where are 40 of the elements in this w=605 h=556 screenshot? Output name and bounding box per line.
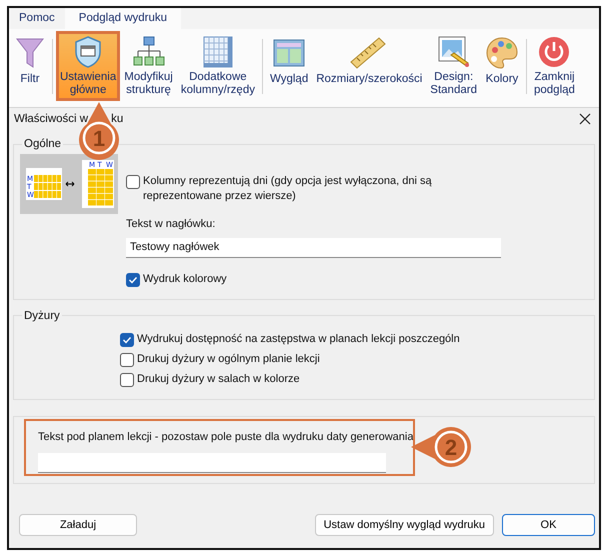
funnel-icon [15,36,45,70]
field-label: Tekst w nagłówku: [126,218,216,230]
checkbox-label: Wydruk kolorowy [143,272,227,287]
ribbon-button[interactable]: Rozmiary/szerokości [312,31,426,101]
ribbon-button[interactable]: Dodatkowe kolumny/rzędy [176,31,259,101]
checkbox[interactable] [126,175,140,189]
dialog-title: Właściwości w [14,113,88,125]
checkbox-label: Wydrukuj dostępność na zastępstwa w planach lekcji poszczególn [137,332,460,347]
power-icon [537,35,572,69]
image-pencil-icon [436,35,471,69]
checkbox[interactable] [120,352,134,367]
grid-icon [200,35,235,69]
checkbox[interactable] [120,332,134,347]
dialog-button[interactable]: OK [502,514,595,536]
ribbon-button[interactable]: Design: Standard [426,31,481,101]
checkbox-label: Drukuj dyżury w ogólnym planie lekcji [137,352,320,367]
checkbox[interactable] [126,272,140,287]
check-icon [128,274,138,285]
ribbon-tab[interactable]: Podgląd wydruku [64,8,182,29]
ribbon-button[interactable]: Modyfikuj strukturę [120,31,177,101]
footer-text-field[interactable] [38,452,386,473]
close-icon[interactable] [579,113,591,125]
header-text-field[interactable]: Testowy nagłówek [126,238,501,258]
shield-icon [73,35,104,69]
group-title: Dyżury [23,310,61,322]
ribbon-button[interactable]: Kolory [480,31,523,101]
group-title: Ogólne [23,138,62,150]
ribbon-button[interactable]: Wygląd [266,31,312,101]
checkbox[interactable] [120,372,134,387]
ribbon-button[interactable]: Zamknij podgląd [530,31,579,101]
palette-icon [484,36,519,70]
ribbon-button[interactable]: Ustawienia główne [56,31,120,101]
check-icon [122,334,132,345]
ribbon-button[interactable]: Filtr [11,31,49,101]
dialog-title: ku [111,113,124,125]
ribbon-tab[interactable]: Pomoc [9,8,65,29]
dialog-button[interactable]: Załaduj [19,514,137,536]
checkbox-label: Kolumny reprezentują dni (gdy opcja jest wyłączona, dni są reprezentowane przez wiersze) [143,174,433,204]
checkbox-label: Drukuj dyżury w salach w kolorze [137,372,300,387]
dialog-button[interactable]: Ustaw domyślny wygląd wydruku [314,514,494,536]
